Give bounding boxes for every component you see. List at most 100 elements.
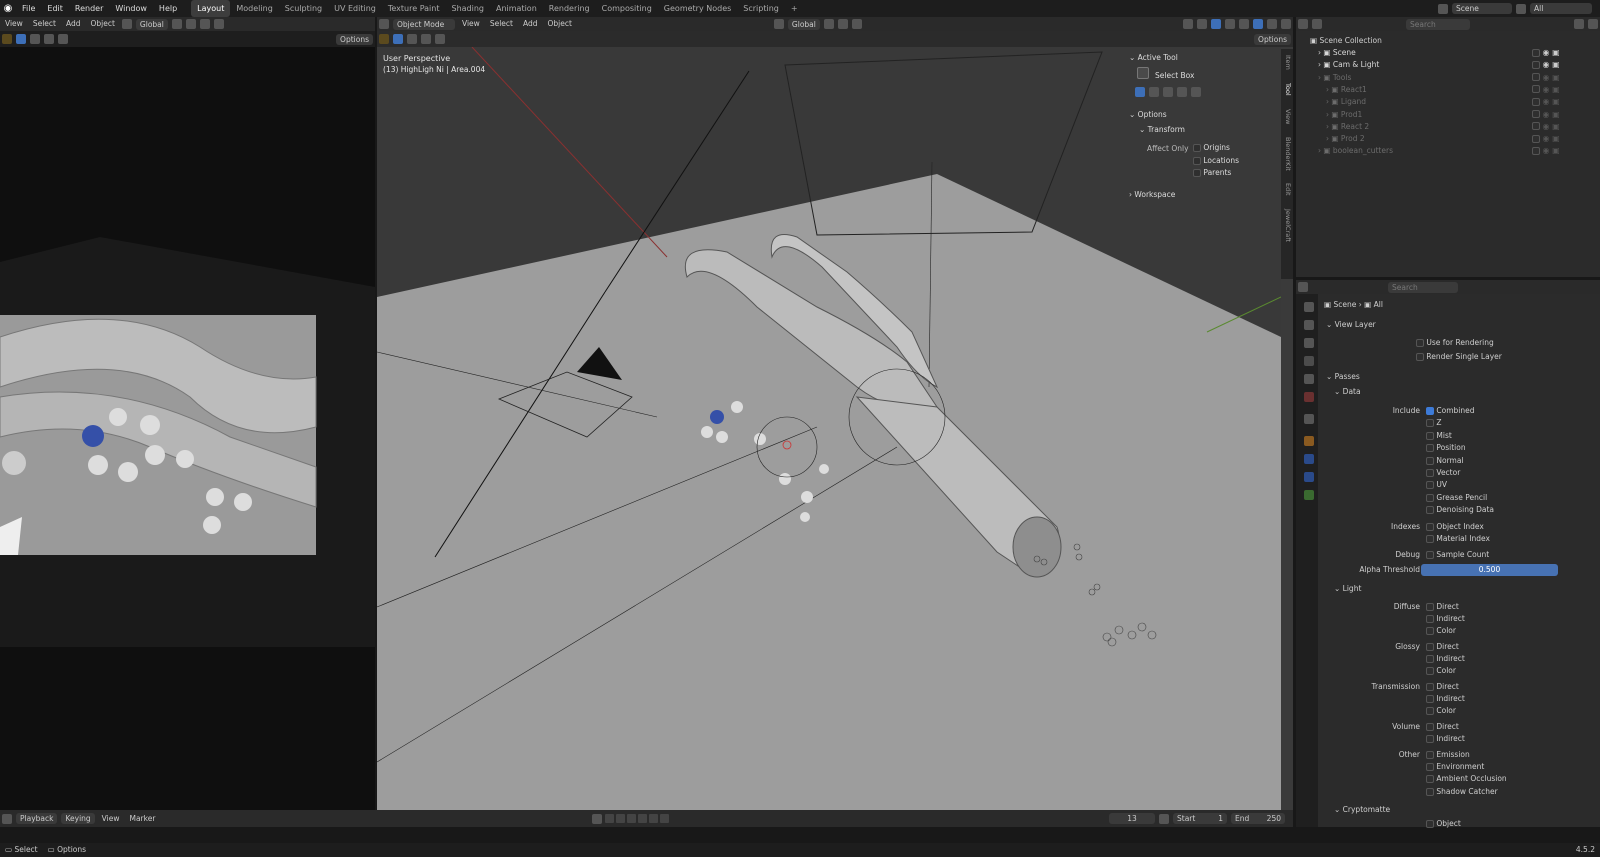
- modifier-tab-icon[interactable]: [1304, 454, 1314, 464]
- physics-tab-icon[interactable]: [1304, 472, 1314, 482]
- left-camera-view[interactable]: View Select Add Object Global Options: [0, 17, 375, 827]
- light-pass-checkbox[interactable]: Direct: [1426, 641, 1459, 653]
- include-checkbox[interactable]: Position: [1426, 442, 1466, 454]
- camera-icon[interactable]: ▣: [1552, 110, 1560, 119]
- view-layer-tab-icon[interactable]: [1304, 356, 1314, 366]
- proportional-icon[interactable]: [851, 19, 862, 29]
- left-menu-view[interactable]: View: [0, 17, 28, 31]
- tab-sculpting[interactable]: Sculpting: [279, 0, 328, 17]
- other-pass-checkbox[interactable]: Emission: [1426, 749, 1470, 761]
- shading-wire-icon[interactable]: [1239, 19, 1249, 29]
- select-mode-invert-icon[interactable]: [1177, 87, 1187, 97]
- blender-logo-icon[interactable]: ◉: [0, 3, 16, 14]
- light-pass-checkbox[interactable]: Indirect: [1426, 613, 1465, 625]
- vp-menu-view[interactable]: View: [457, 17, 485, 31]
- editor-type-icon[interactable]: [379, 19, 389, 29]
- timeline-menu-playback[interactable]: Playback: [16, 813, 58, 824]
- editor-type-icon[interactable]: [1298, 19, 1308, 29]
- select-box-icon[interactable]: [1137, 67, 1149, 79]
- play-reverse-icon[interactable]: [627, 814, 637, 823]
- eye-icon[interactable]: ◉: [1543, 60, 1550, 69]
- timeline-menu-keying[interactable]: Keying: [61, 813, 95, 824]
- menu-edit[interactable]: Edit: [41, 0, 69, 17]
- collection-tab-icon[interactable]: [1304, 414, 1314, 424]
- play-icon[interactable]: [638, 814, 648, 823]
- include-checkbox[interactable]: Vector: [1426, 467, 1460, 479]
- volume-pass-checkbox[interactable]: Direct: [1426, 721, 1459, 733]
- current-frame-field[interactable]: 13: [1109, 813, 1155, 824]
- filter-icon[interactable]: [1574, 19, 1584, 29]
- vp-orientation-dropdown[interactable]: Global: [787, 18, 820, 30]
- left-menu-select[interactable]: Select: [28, 17, 61, 31]
- light-pass-checkbox[interactable]: Indirect: [1426, 693, 1465, 705]
- select-mode-extend-icon[interactable]: [407, 34, 417, 44]
- exclude-checkbox[interactable]: [1532, 134, 1540, 143]
- eye-icon[interactable]: ◉: [1543, 122, 1550, 131]
- overlay-icon[interactable]: [213, 19, 224, 29]
- jump-end-icon[interactable]: [660, 814, 670, 823]
- index-checkbox[interactable]: Object Index: [1426, 521, 1484, 533]
- vp-menu-add[interactable]: Add: [518, 17, 543, 31]
- eye-icon[interactable]: ◉: [1543, 85, 1550, 94]
- exclude-checkbox[interactable]: [1532, 48, 1540, 57]
- render-tab-icon[interactable]: [1304, 320, 1314, 330]
- gizmo-icon[interactable]: [1197, 19, 1207, 29]
- start-frame-field[interactable]: Start 1: [1173, 813, 1227, 824]
- vp-menu-select[interactable]: Select: [485, 17, 518, 31]
- timeline-menu-view[interactable]: View: [97, 812, 125, 826]
- include-checkbox[interactable]: Denoising Data: [1426, 504, 1494, 516]
- tab-animation[interactable]: Animation: [490, 0, 543, 17]
- eye-icon[interactable]: ◉: [1543, 146, 1550, 155]
- tab-compositing[interactable]: Compositing: [596, 0, 658, 17]
- eye-icon[interactable]: ◉: [1543, 134, 1550, 143]
- preview-range-icon[interactable]: [1159, 813, 1169, 824]
- editor-type-icon[interactable]: [2, 813, 12, 824]
- scene-icon[interactable]: [1438, 3, 1448, 14]
- select-mode-new-icon[interactable]: [16, 34, 26, 44]
- properties-search-input[interactable]: Search: [1388, 281, 1458, 293]
- record-icon[interactable]: [592, 813, 603, 824]
- select-mode-extend-icon[interactable]: [30, 34, 40, 44]
- camera-icon[interactable]: ▣: [1552, 122, 1560, 131]
- select-mode-invert-icon[interactable]: [58, 34, 68, 44]
- sidebar-tab-edit[interactable]: Edit: [1282, 183, 1292, 196]
- camera-icon[interactable]: ▣: [1552, 97, 1560, 106]
- sidebar-tab-tool[interactable]: Tool: [1282, 83, 1292, 96]
- left-menu-add[interactable]: Add: [61, 17, 86, 31]
- tab-shading[interactable]: Shading: [445, 0, 490, 17]
- left-menu-object[interactable]: Object: [85, 17, 119, 31]
- affect-parents-checkbox[interactable]: Parents: [1193, 168, 1231, 177]
- eye-icon[interactable]: ◉: [1543, 73, 1550, 82]
- transform-header[interactable]: ⌄ Transform: [1139, 125, 1185, 134]
- sidebar-tab-item[interactable]: Item: [1282, 55, 1292, 70]
- index-checkbox[interactable]: Material Index: [1426, 533, 1490, 545]
- tab-scripting[interactable]: Scripting: [737, 0, 785, 17]
- overlay-toggle-icon[interactable]: [1211, 19, 1221, 29]
- scene-selector[interactable]: Scene: [1452, 3, 1512, 14]
- shading-rendered-icon[interactable]: [1281, 19, 1291, 29]
- shading-material-icon[interactable]: [1267, 19, 1277, 29]
- vp-options-dropdown[interactable]: Options: [1254, 33, 1291, 45]
- cryptomatte-subsection-header[interactable]: ⌄ Cryptomatte: [1334, 804, 1390, 816]
- camera-icon[interactable]: ▣: [1552, 146, 1560, 155]
- include-checkbox[interactable]: Normal: [1426, 455, 1464, 467]
- tool-tab-icon[interactable]: [1304, 302, 1314, 312]
- other-pass-checkbox[interactable]: Environment: [1426, 761, 1484, 773]
- light-pass-checkbox[interactable]: Indirect: [1426, 653, 1465, 665]
- xray-icon[interactable]: [1225, 19, 1235, 29]
- menu-render[interactable]: Render: [69, 0, 109, 17]
- left-orientation-dropdown[interactable]: Global: [135, 18, 168, 30]
- tab-geometry-nodes[interactable]: Geometry Nodes: [658, 0, 737, 17]
- camera-icon[interactable]: ▣: [1552, 48, 1560, 57]
- menu-file[interactable]: File: [16, 0, 41, 17]
- tab-uv-editing[interactable]: UV Editing: [328, 0, 382, 17]
- sidebar-tab-blenderkit[interactable]: BlenderKit: [1282, 137, 1292, 171]
- exclude-checkbox[interactable]: [1532, 60, 1540, 69]
- include-checkbox[interactable]: Grease Pencil: [1426, 492, 1487, 504]
- select-tool-icon[interactable]: [2, 34, 12, 44]
- data-tab-icon[interactable]: [1304, 490, 1314, 500]
- object-tab-icon[interactable]: [1304, 436, 1314, 446]
- include-checkbox[interactable]: Mist: [1426, 430, 1452, 442]
- display-mode-icon[interactable]: [1312, 19, 1322, 29]
- output-tab-icon[interactable]: [1304, 338, 1314, 348]
